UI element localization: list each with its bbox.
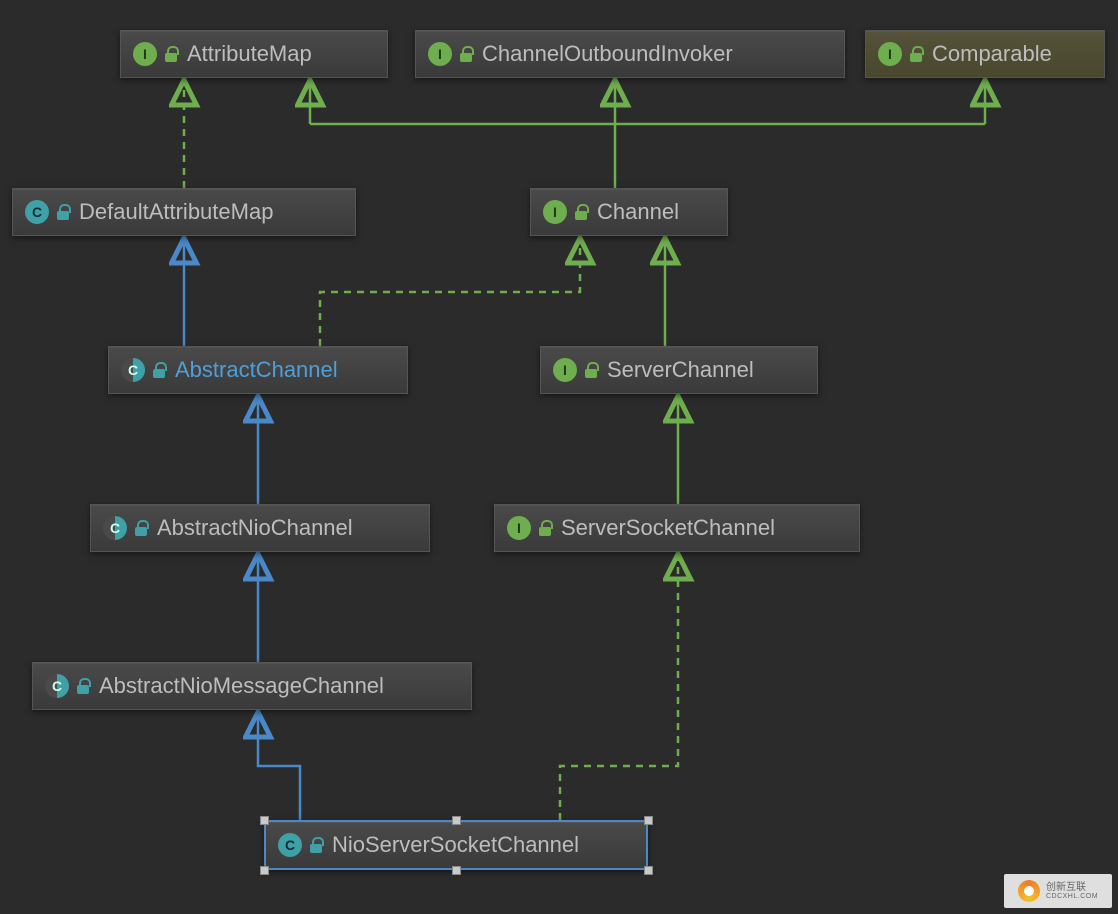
watermark: 创新互联 CDCXHL.COM [1004,874,1112,908]
watermark-line2: CDCXHL.COM [1046,893,1098,900]
interface-badge: I [543,200,567,224]
lock-icon [153,362,167,378]
node-label: ServerSocketChannel [561,515,775,541]
resize-handle-s[interactable] [452,866,461,875]
node-label: DefaultAttributeMap [79,199,273,225]
interface-badge: I [507,516,531,540]
node-label: ChannelOutboundInvoker [482,41,733,67]
watermark-line1: 创新互联 [1046,883,1098,893]
diagram-canvas[interactable]: I AttributeMap I ChannelOutboundInvoker … [0,0,1118,914]
interface-badge: I [878,42,902,66]
lock-icon [57,204,71,220]
node-abstractNioMessageChannel[interactable]: C AbstractNioMessageChannel [32,662,472,710]
node-label: ServerChannel [607,357,754,383]
interface-badge: I [428,42,452,66]
abstract-class-badge: C [121,358,145,382]
node-serverChannel[interactable]: I ServerChannel [540,346,818,394]
abstract-class-badge: C [45,674,69,698]
lock-icon [77,678,91,694]
lock-icon [539,520,553,536]
interface-badge: I [553,358,577,382]
watermark-logo-icon [1018,880,1040,902]
node-channel[interactable]: I Channel [530,188,728,236]
node-label: NioServerSocketChannel [332,832,579,858]
node-label: AbstractChannel [175,357,338,383]
abstract-class-badge: C [103,516,127,540]
lock-icon [575,204,589,220]
lock-icon [460,46,474,62]
node-label: Channel [597,199,679,225]
lock-icon [165,46,179,62]
node-channelOutboundInvoker[interactable]: I ChannelOutboundInvoker [415,30,845,78]
watermark-text: 创新互联 CDCXHL.COM [1046,883,1098,900]
interface-badge: I [133,42,157,66]
node-defaultAttributeMap[interactable]: C DefaultAttributeMap [12,188,356,236]
class-badge: C [278,833,302,857]
node-attributeMap[interactable]: I AttributeMap [120,30,388,78]
edges-layer [0,0,1118,914]
edge-nioServerSocketChannel-serverSocketChannel [560,554,678,820]
node-label: AttributeMap [187,41,312,67]
node-label: AbstractNioMessageChannel [99,673,384,699]
node-abstractNioChannel[interactable]: C AbstractNioChannel [90,504,430,552]
lock-icon [310,837,324,853]
node-nioServerSocketChannel[interactable]: C NioServerSocketChannel [264,820,648,870]
node-label: Comparable [932,41,1052,67]
node-label: AbstractNioChannel [157,515,353,541]
lock-icon [910,46,924,62]
node-abstractChannel[interactable]: C AbstractChannel [108,346,408,394]
resize-handle-se[interactable] [644,866,653,875]
lock-icon [585,362,599,378]
node-serverSocketChannel[interactable]: I ServerSocketChannel [494,504,860,552]
node-comparable[interactable]: I Comparable [865,30,1105,78]
resize-handle-n[interactable] [452,816,461,825]
resize-handle-nw[interactable] [260,816,269,825]
edge-nioServerSocketChannel-abstractNioMessageChannel [258,712,300,820]
lock-icon [135,520,149,536]
class-badge: C [25,200,49,224]
resize-handle-sw[interactable] [260,866,269,875]
edge-abstractChannel-channel [320,238,580,346]
resize-handle-ne[interactable] [644,816,653,825]
